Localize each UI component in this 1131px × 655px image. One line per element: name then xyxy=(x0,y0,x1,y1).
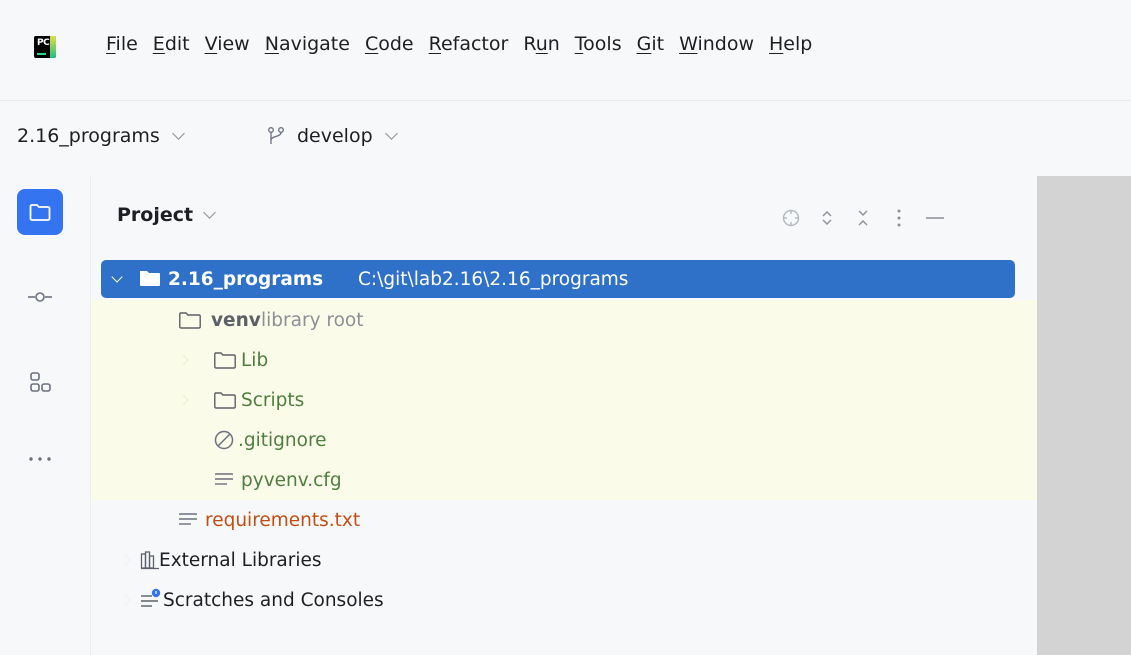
main-menu-bar: PC File Edit View Navigate Code Refactor… xyxy=(0,0,1131,100)
expand-all-button[interactable] xyxy=(809,206,845,230)
menu-navigate[interactable]: Navigate xyxy=(265,33,350,55)
panel-title: Project xyxy=(117,204,194,226)
collapsed-arrow-icon xyxy=(177,394,189,406)
folder-icon xyxy=(213,350,237,375)
chevron-down-icon xyxy=(203,205,216,219)
folder-icon xyxy=(178,310,202,335)
menu-code[interactable]: Code xyxy=(365,33,414,55)
library-icon xyxy=(140,550,160,575)
pyvenv-file-name: pyvenv.cfg xyxy=(241,469,342,491)
chevron-down-icon xyxy=(384,126,398,140)
menu-refactor[interactable]: Refactor xyxy=(429,33,509,55)
select-opened-file-button[interactable] xyxy=(773,206,809,230)
folder-icon xyxy=(139,269,161,292)
pycharm-logo-icon: PC xyxy=(34,36,56,58)
menu-file[interactable]: File xyxy=(106,33,138,55)
venv-folder-name: venv xyxy=(211,309,261,331)
branch-selector[interactable]: develop xyxy=(265,125,398,147)
more-vertical-icon xyxy=(897,209,901,227)
gitignore-file-name: .gitignore xyxy=(238,429,327,451)
expand-arrow-icon xyxy=(111,271,123,283)
menu-view[interactable]: View xyxy=(205,33,250,55)
collapse-all-icon xyxy=(858,210,868,226)
scratches-icon xyxy=(140,588,162,615)
lib-folder-name: Lib xyxy=(241,349,269,371)
project-view-selector[interactable]: Project xyxy=(117,204,216,226)
tree-node-venv[interactable]: venv library root xyxy=(91,300,1037,340)
external-libraries-label: External Libraries xyxy=(159,549,322,571)
root-folder-path: C:\git\lab2.16\2.16_programs xyxy=(358,268,629,290)
project-name: 2.16_programs xyxy=(17,125,160,147)
project-tree: 2.16_programs C:\git\lab2.16\2.16_progra… xyxy=(91,260,1037,620)
crosshair-icon xyxy=(782,209,800,227)
text-file-icon xyxy=(214,471,234,494)
minimize-icon xyxy=(926,217,944,219)
menu-run[interactable]: Run xyxy=(523,33,559,55)
branch-name: develop xyxy=(297,125,373,147)
scripts-folder-name: Scripts xyxy=(241,389,305,411)
git-branch-icon xyxy=(268,127,284,144)
editor-area xyxy=(1037,176,1131,655)
library-root-hint: library root xyxy=(261,309,364,331)
text-file-icon xyxy=(178,511,198,534)
menu: File Edit View Navigate Code Refactor Ru… xyxy=(106,33,812,55)
structure-tool-button[interactable] xyxy=(17,359,63,405)
tree-node-lib[interactable]: Lib xyxy=(91,340,1037,380)
tree-node-pyvenv[interactable]: pyvenv.cfg xyxy=(91,460,1037,500)
library-root-band: venv library root Lib Scripts .gitignore… xyxy=(91,300,1037,500)
tree-node-external-libraries[interactable]: External Libraries xyxy=(91,540,1037,580)
logo-text: PC xyxy=(37,38,50,48)
structure-icon xyxy=(30,372,51,392)
scratches-label: Scratches and Consoles xyxy=(163,589,384,611)
folder-icon xyxy=(29,204,51,221)
main-toolbar: 2.16_programs develop xyxy=(0,100,1131,177)
menu-window[interactable]: Window xyxy=(679,33,754,55)
folder-icon xyxy=(213,390,237,415)
menu-help[interactable]: Help xyxy=(769,33,812,55)
collapsed-arrow-icon xyxy=(177,354,189,366)
menu-edit[interactable]: Edit xyxy=(153,33,190,55)
hide-panel-button[interactable] xyxy=(917,206,953,230)
project-tool-button[interactable] xyxy=(17,189,63,235)
more-horizontal-icon xyxy=(29,457,51,461)
tree-node-gitignore[interactable]: .gitignore xyxy=(91,420,1037,460)
commit-tool-button[interactable] xyxy=(17,274,63,320)
requirements-file-name: requirements.txt xyxy=(205,509,361,531)
tree-node-root[interactable]: 2.16_programs C:\git\lab2.16\2.16_progra… xyxy=(101,260,1015,298)
menu-git[interactable]: Git xyxy=(637,33,664,55)
tree-node-scratches[interactable]: Scratches and Consoles xyxy=(91,580,1037,620)
project-tool-window: Project 2.16_programs C:\git\lab2.16\2.1… xyxy=(91,176,1037,655)
ignored-file-icon xyxy=(213,429,235,456)
options-button[interactable] xyxy=(881,206,917,230)
tree-node-scripts[interactable]: Scripts xyxy=(91,380,1037,420)
panel-actions xyxy=(773,206,953,230)
tool-window-stripe xyxy=(0,176,91,655)
root-folder-name: 2.16_programs xyxy=(168,268,324,290)
tree-node-requirements[interactable]: requirements.txt xyxy=(91,500,1037,540)
more-tools-button[interactable] xyxy=(17,436,63,482)
project-selector[interactable]: 2.16_programs xyxy=(17,125,185,147)
chevron-down-icon xyxy=(171,126,185,140)
expand-all-icon xyxy=(822,211,832,225)
commit-icon xyxy=(28,292,52,302)
menu-tools[interactable]: Tools xyxy=(575,33,622,55)
collapse-all-button[interactable] xyxy=(845,206,881,230)
